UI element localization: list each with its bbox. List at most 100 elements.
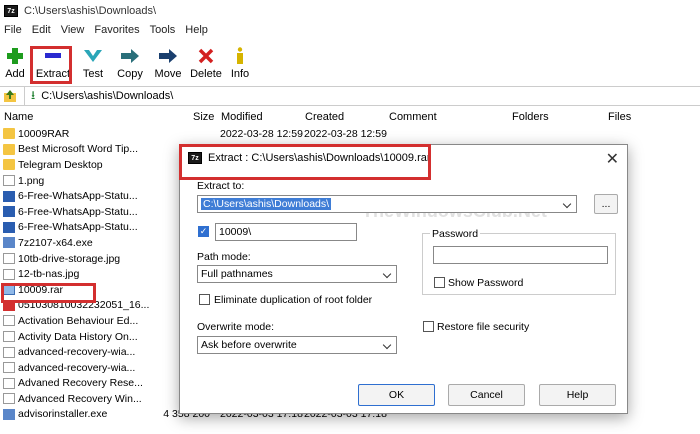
menu-bar: File Edit View Favorites Tools Help (0, 24, 218, 42)
path-mode-label: Path mode: (197, 251, 251, 263)
extract-dialog: 7z Extract : C:\Users\ashis\Downloads\10… (179, 144, 628, 414)
delete-button[interactable]: Delete (190, 42, 222, 80)
copy-label: Copy (117, 68, 143, 80)
ok-button[interactable]: OK (358, 384, 435, 406)
col-folders[interactable]: Folders (512, 111, 549, 123)
word-doc-icon (3, 206, 15, 218)
copy-button[interactable]: Copy (114, 42, 146, 80)
eliminate-duplication-checkbox[interactable] (199, 294, 210, 305)
image-file-icon (3, 253, 15, 265)
file-created: 2022-03-28 12:59 (304, 127, 387, 140)
path-mode-select[interactable]: Full pathnames (197, 265, 397, 283)
file-name: advanced-recovery-wia... (18, 361, 136, 374)
file-name: Best Microsoft Word Tip... (18, 143, 139, 156)
file-name: Activation Behaviour Ed... (18, 314, 139, 327)
file-name: Telegram Desktop (18, 158, 103, 171)
subfolder-checkbox[interactable]: ✓ (198, 226, 209, 237)
file-name: 6-Free-WhatsApp-Statu... (18, 221, 138, 234)
file-name: 6-Free-WhatsApp-Statu... (18, 205, 138, 218)
exe-file-icon (3, 237, 15, 249)
dialog-title-highlight-box (179, 144, 431, 180)
image-file-icon (3, 315, 15, 327)
file-modified: 2022-03-28 12:59 (220, 127, 303, 140)
menu-favorites[interactable]: Favorites (94, 24, 149, 42)
column-headers: Name Size Modified Created Comment Folde… (0, 108, 700, 126)
show-password-checkbox[interactable] (434, 277, 445, 288)
info-icon (229, 46, 251, 66)
add-label: Add (5, 68, 25, 80)
file-name: advanced-recovery-wia... (18, 346, 136, 359)
word-doc-icon (3, 221, 15, 233)
copy-arrow-icon (119, 46, 141, 66)
plus-icon (4, 46, 26, 66)
extract-to-label: Extract to: (197, 180, 245, 192)
path-mode-value: Full pathnames (201, 268, 273, 280)
col-comment[interactable]: Comment (389, 111, 437, 123)
test-button[interactable]: Test (78, 42, 108, 80)
col-name[interactable]: Name (4, 111, 33, 123)
download-arrow-icon: ⭳ (31, 87, 36, 102)
checkmark-icon (82, 46, 104, 66)
menu-edit[interactable]: Edit (32, 24, 61, 42)
path-input[interactable]: ⭳ C:\Users\ashis\Downloads\ (24, 87, 700, 105)
image-file-icon (3, 331, 15, 343)
file-row[interactable]: 10009RAR 2022-03-28 12:59 2022-03-28 12:59 (0, 126, 700, 142)
close-icon[interactable]: ✕ (606, 149, 619, 169)
help-button[interactable]: Help (539, 384, 616, 406)
extract-highlight-box (30, 46, 72, 84)
subfolder-value: 10009\ (219, 226, 252, 238)
rar-file-highlight-box (1, 283, 96, 303)
move-label: Move (154, 68, 182, 80)
file-name: Advanced Recovery Win... (18, 392, 142, 405)
menu-view[interactable]: View (61, 24, 95, 42)
move-button[interactable]: Move (152, 42, 184, 80)
overwrite-mode-value: Ask before overwrite (201, 339, 297, 351)
info-label: Info (230, 68, 250, 80)
word-doc-icon (3, 190, 15, 202)
up-folder-icon[interactable] (0, 87, 20, 105)
menu-help[interactable]: Help (185, 24, 218, 42)
file-name: 7z2107-x64.exe (18, 236, 93, 249)
toolbar: Add Extract Test Copy Move Delete Info (0, 42, 700, 86)
overwrite-mode-select[interactable]: Ask before overwrite (197, 336, 397, 354)
add-button[interactable]: Add (2, 42, 28, 80)
col-modified[interactable]: Modified (221, 111, 263, 123)
extract-to-value: C:\Users\ashis\Downloads\ (201, 198, 332, 210)
menu-tools[interactable]: Tools (150, 24, 186, 42)
folder-icon (3, 143, 15, 155)
col-created[interactable]: Created (305, 111, 344, 123)
delete-label: Delete (190, 68, 222, 80)
folder-icon (3, 159, 15, 171)
window-title: C:\Users\ashis\Downloads\ (24, 5, 157, 17)
image-file-icon (3, 268, 15, 280)
file-name: 6-Free-WhatsApp-Statu... (18, 190, 138, 203)
eliminate-duplication-label: Eliminate duplication of root folder (214, 294, 373, 306)
menu-file[interactable]: File (4, 24, 32, 42)
browse-button[interactable]: ... (594, 194, 618, 214)
info-button[interactable]: Info (228, 42, 252, 80)
file-name: 1.png (18, 174, 45, 187)
overwrite-mode-label: Overwrite mode: (197, 321, 275, 333)
file-name: Advaned Recovery Rese... (18, 377, 143, 390)
col-files[interactable]: Files (608, 111, 631, 123)
exe-file-icon (3, 408, 15, 420)
extract-to-combo[interactable]: C:\Users\ashis\Downloads\ (197, 195, 577, 213)
window-titlebar: 7z C:\Users\ashis\Downloads\ (0, 0, 700, 22)
password-label: Password (430, 228, 481, 240)
image-file-icon (3, 362, 15, 374)
folder-icon (3, 128, 15, 140)
image-file-icon (3, 175, 15, 187)
subfolder-input[interactable]: 10009\ (215, 223, 357, 241)
path-text: C:\Users\ashis\Downloads\ (41, 90, 174, 102)
cancel-button[interactable]: Cancel (448, 384, 525, 406)
file-name: 10tb-drive-storage.jpg (18, 252, 121, 265)
restore-security-checkbox[interactable] (423, 321, 434, 332)
move-arrow-icon (157, 46, 179, 66)
restore-security-label: Restore file security (437, 321, 530, 333)
col-size[interactable]: Size (193, 111, 214, 123)
password-input[interactable] (433, 246, 608, 264)
test-label: Test (82, 68, 104, 80)
delete-x-icon (195, 46, 217, 66)
image-file-icon (3, 377, 15, 389)
show-password-label: Show Password (448, 277, 524, 289)
